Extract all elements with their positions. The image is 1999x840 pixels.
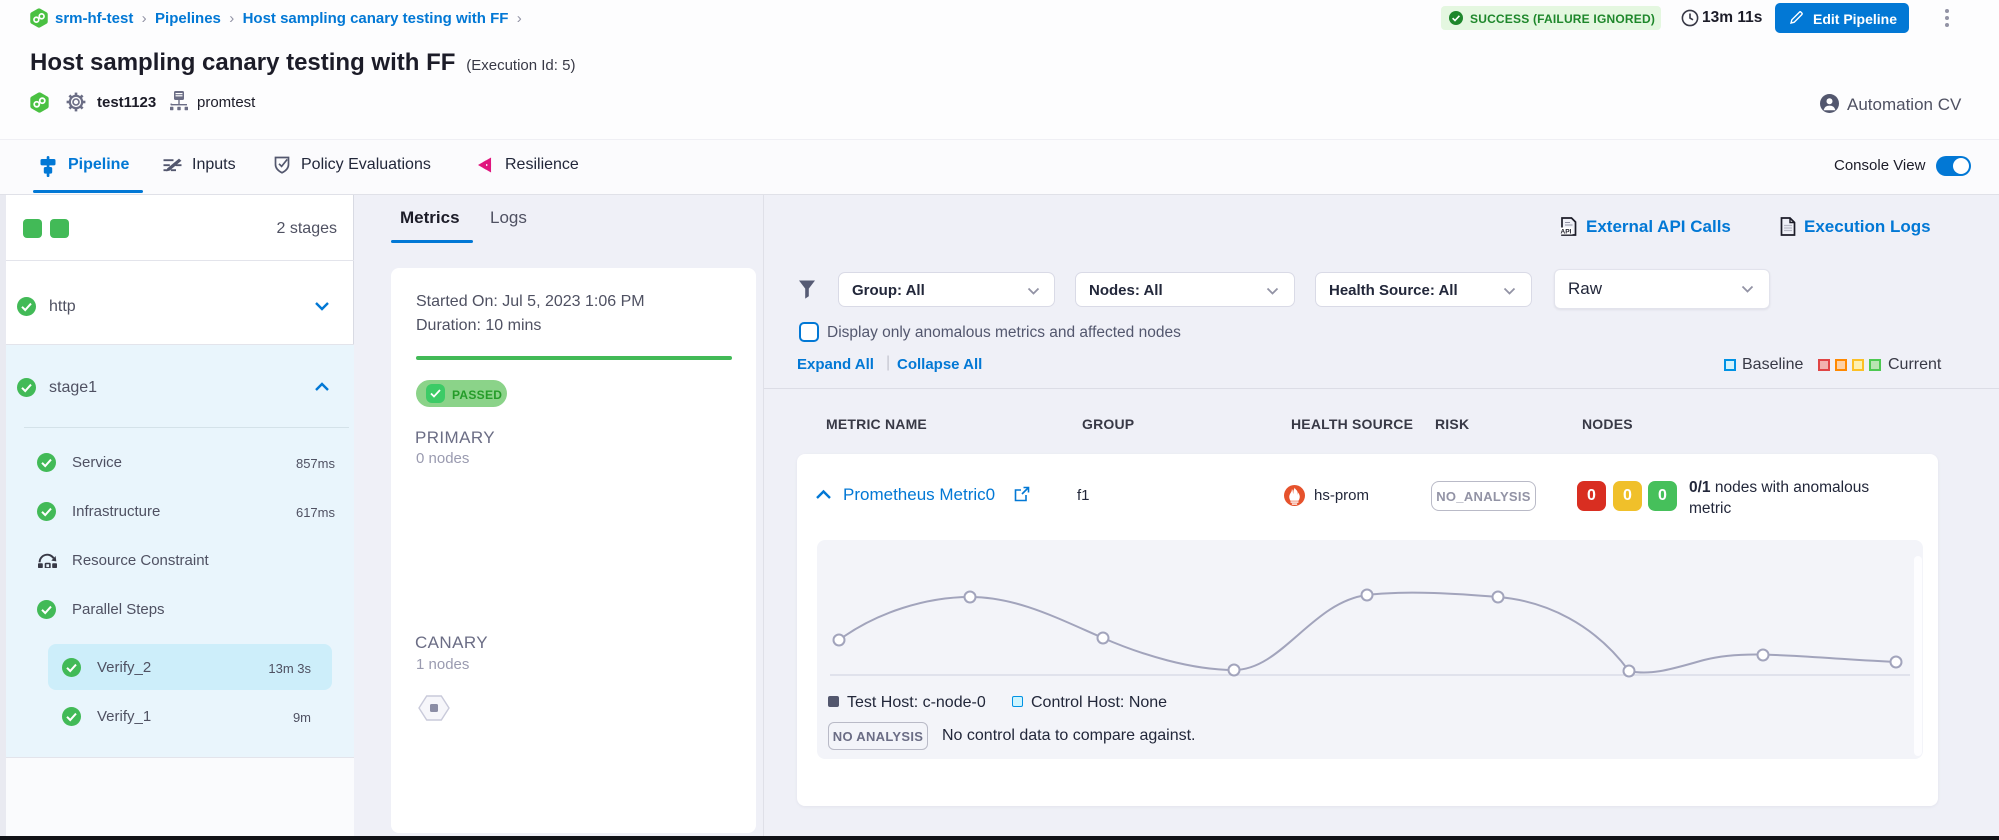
svg-text:API: API <box>1561 229 1572 236</box>
